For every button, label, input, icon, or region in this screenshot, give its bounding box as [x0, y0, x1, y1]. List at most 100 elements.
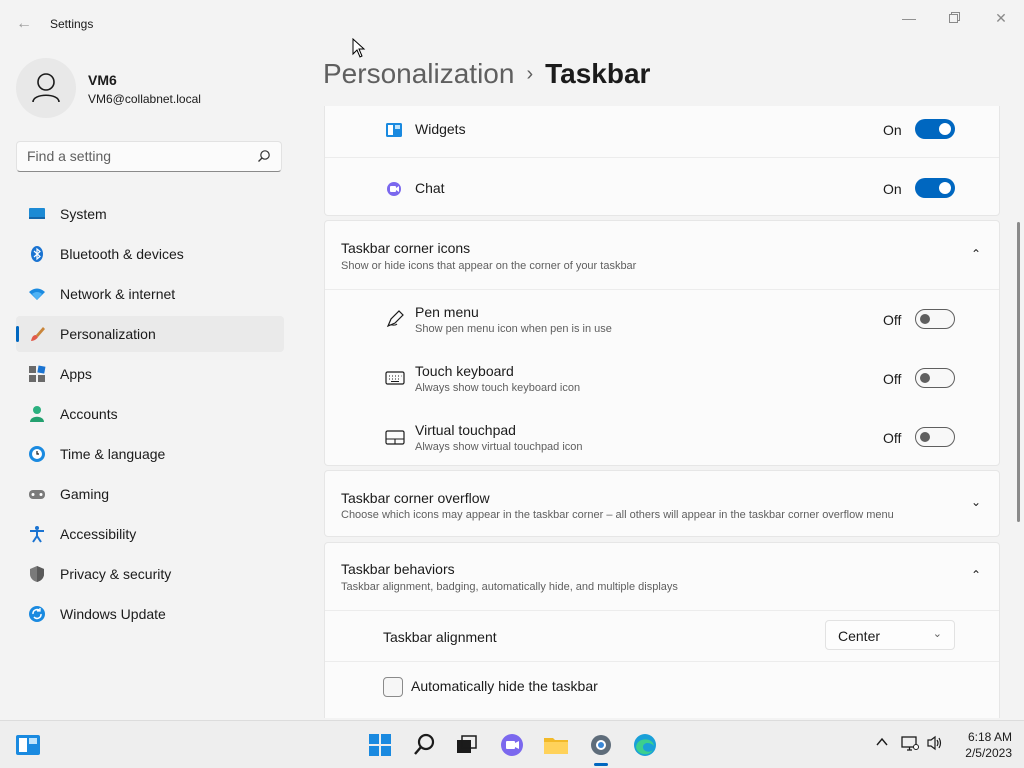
chevron-up-icon[interactable]: ⌃ — [971, 568, 981, 582]
chat-taskbar-icon[interactable] — [498, 731, 526, 759]
pen-menu-toggle[interactable] — [915, 309, 955, 329]
paintbrush-icon — [31, 327, 45, 341]
divider — [325, 610, 999, 611]
sidebar-item-personalization[interactable]: Personalization — [16, 316, 284, 352]
active-app-indicator — [594, 763, 608, 766]
clock-date: 2/5/2023 — [965, 746, 1012, 760]
corner-icons-title: Taskbar corner icons — [341, 240, 471, 256]
corner-overflow-title: Taskbar corner overflow — [341, 490, 490, 506]
touchpad-icon — [385, 430, 405, 445]
autohide-checkbox[interactable] — [383, 677, 403, 697]
profile-email: VM6@collabnet.local — [88, 92, 201, 106]
behaviors-title: Taskbar behaviors — [341, 561, 455, 577]
network-monitor-icon[interactable] — [901, 735, 919, 751]
chevron-up-tray-icon[interactable] — [875, 735, 889, 749]
sidebar-item-bluetooth[interactable]: Bluetooth & devices — [16, 236, 284, 272]
virtual-touchpad-toggle[interactable] — [915, 427, 955, 447]
pen-menu-label: Pen menu — [415, 304, 479, 320]
sidebar-item-windows-update[interactable]: Windows Update — [16, 596, 284, 632]
main-content: Widgets On Chat On Taskbar corner icons … — [324, 106, 1000, 718]
breadcrumb: Personalization › Taskbar — [323, 58, 650, 90]
widgets-state: On — [883, 122, 902, 138]
touch-keyboard-label: Touch keyboard — [415, 363, 514, 379]
keyboard-icon — [385, 371, 405, 385]
search-input[interactable] — [27, 148, 247, 164]
volume-icon[interactable] — [926, 735, 944, 751]
apps-icon — [29, 365, 46, 382]
widgets-label: Widgets — [415, 121, 466, 137]
clock[interactable]: 6:18 AM 2/5/2023 — [952, 729, 1012, 761]
sidebar-item-accounts[interactable]: Accounts — [16, 396, 284, 432]
user-profile[interactable]: VM6 VM6@collabnet.local — [16, 58, 286, 118]
sidebar-nav: System Bluetooth & devices Network & int… — [16, 196, 284, 636]
touch-keyboard-desc: Always show touch keyboard icon — [415, 382, 581, 394]
update-icon — [29, 606, 45, 622]
breadcrumb-parent[interactable]: Personalization — [323, 58, 514, 89]
touch-keyboard-state: Off — [883, 371, 902, 387]
chevron-down-icon: ⌄ — [932, 628, 942, 640]
virtual-touchpad-desc: Always show virtual touchpad icon — [415, 441, 583, 453]
windows-taskbar: 6:18 AM 2/5/2023 — [0, 720, 1024, 768]
settings-gear-icon[interactable] — [587, 731, 615, 759]
virtual-touchpad-label: Virtual touchpad — [415, 422, 516, 438]
corner-overflow-card[interactable]: Taskbar corner overflow Choose which ico… — [324, 470, 1000, 537]
app-title: Settings — [50, 17, 94, 31]
gamepad-icon — [29, 490, 45, 499]
search-taskbar-icon[interactable] — [410, 731, 438, 759]
maximize-button[interactable] — [940, 8, 968, 28]
widgets-icon — [386, 123, 402, 137]
bluetooth-icon — [31, 246, 43, 262]
shield-icon — [30, 566, 44, 582]
widgets-toggle[interactable] — [915, 119, 955, 139]
title-bar: ← Settings — ✕ — [0, 0, 1024, 48]
person-avatar-icon — [32, 73, 60, 103]
divider — [325, 157, 999, 158]
sidebar-item-apps[interactable]: Apps — [16, 356, 284, 392]
avatar — [16, 58, 76, 118]
sidebar-item-gaming[interactable]: Gaming — [16, 476, 284, 512]
alignment-label: Taskbar alignment — [383, 629, 497, 645]
corner-icons-subtitle: Show or hide icons that appear on the co… — [341, 260, 637, 272]
behaviors-header[interactable]: Taskbar behaviors Taskbar alignment, bad… — [325, 543, 999, 610]
edge-browser-icon[interactable] — [631, 731, 659, 759]
profile-name: VM6 — [88, 72, 117, 88]
mouse-cursor-icon — [352, 38, 366, 58]
person-icon — [30, 406, 44, 422]
scrollbar[interactable] — [1017, 222, 1020, 522]
task-view-icon[interactable] — [453, 731, 481, 759]
corner-icons-card: Taskbar corner icons Show or hide icons … — [324, 220, 1000, 466]
pen-menu-desc: Show pen menu icon when pen is in use — [415, 323, 612, 335]
sidebar-item-accessibility[interactable]: Accessibility — [16, 516, 284, 552]
chat-state: On — [883, 181, 902, 197]
touch-keyboard-toggle[interactable] — [915, 368, 955, 388]
search-icon — [258, 150, 270, 162]
close-button[interactable]: ✕ — [987, 8, 1015, 28]
sidebar-item-network[interactable]: Network & internet — [16, 276, 284, 312]
start-icon[interactable] — [366, 731, 394, 759]
file-explorer-icon[interactable] — [542, 731, 570, 759]
wifi-icon — [29, 288, 45, 300]
sidebar-item-system[interactable]: System — [16, 196, 284, 232]
behaviors-subtitle: Taskbar alignment, badging, automaticall… — [341, 581, 678, 593]
minimize-button[interactable]: — — [895, 8, 923, 28]
pen-icon — [386, 310, 404, 328]
page-title: Taskbar — [545, 58, 651, 89]
chevron-up-icon[interactable]: ⌃ — [971, 247, 981, 261]
taskbar-items-card: Widgets On Chat On — [324, 106, 1000, 216]
chat-toggle[interactable] — [915, 178, 955, 198]
monitor-icon — [29, 208, 45, 219]
accessibility-icon — [30, 526, 44, 543]
sidebar-item-privacy[interactable]: Privacy & security — [16, 556, 284, 592]
breadcrumb-separator: › — [526, 63, 534, 85]
pen-menu-state: Off — [883, 312, 902, 328]
widgets-taskbar-icon[interactable] — [14, 731, 42, 759]
back-arrow-icon[interactable]: ← — [14, 14, 34, 34]
sidebar-item-time-language[interactable]: Time & language — [16, 436, 284, 472]
selected-indicator — [16, 326, 19, 342]
restore-icon — [948, 12, 960, 23]
alignment-dropdown[interactable]: Center ⌄ — [825, 620, 955, 650]
search-box[interactable] — [16, 141, 282, 172]
virtual-touchpad-state: Off — [883, 430, 902, 446]
chevron-down-icon[interactable]: ⌄ — [971, 495, 981, 509]
corner-icons-header[interactable]: Taskbar corner icons Show or hide icons … — [325, 221, 999, 289]
